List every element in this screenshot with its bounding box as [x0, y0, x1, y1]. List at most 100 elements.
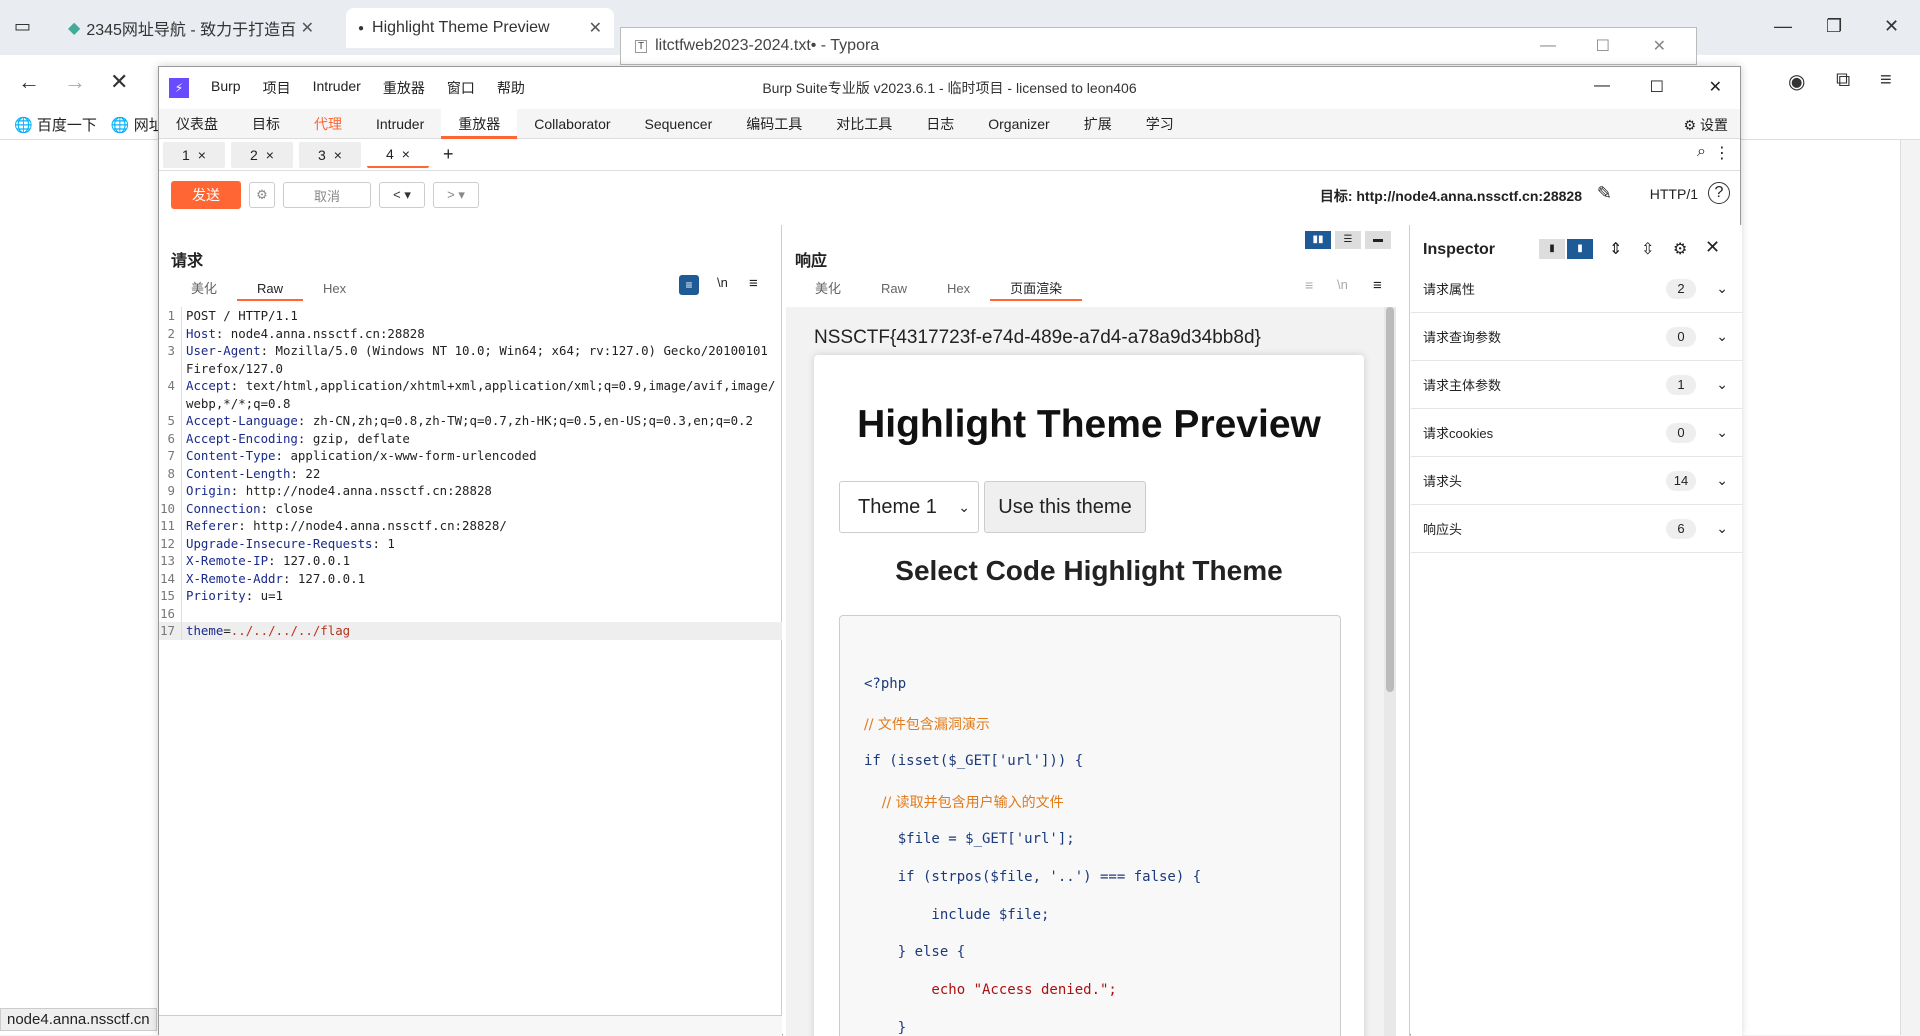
gear-icon[interactable]: ⚙: [1673, 239, 1687, 259]
inspector-row[interactable]: 请求主体参数 1 ⌄: [1411, 361, 1742, 409]
browser-tab-highlight[interactable]: ● Highlight Theme Preview ✕: [346, 8, 614, 48]
close-icon[interactable]: ✕: [1709, 77, 1722, 97]
scroll-thumb[interactable]: [1386, 307, 1394, 692]
close-icon[interactable]: ✕: [1705, 237, 1720, 258]
stop-loading-icon[interactable]: ✕: [110, 69, 128, 95]
wrap-icon[interactable]: ≡: [1305, 277, 1313, 293]
header-value: u=1: [253, 588, 283, 603]
repeater-tab-2[interactable]: 2 ×: [231, 141, 293, 168]
minimize-icon[interactable]: —: [1774, 16, 1792, 37]
forward-icon[interactable]: →: [64, 69, 86, 95]
tool-repeater[interactable]: 重放器: [441, 108, 518, 139]
tool-organizer[interactable]: Organizer: [971, 109, 1066, 139]
minimize-icon[interactable]: —: [1540, 37, 1556, 55]
minimize-icon[interactable]: —: [1594, 77, 1610, 95]
tool-learn[interactable]: 学习: [1129, 109, 1191, 139]
tab-hex[interactable]: Hex: [927, 277, 990, 301]
typora-window[interactable]: T litctfweb2023-2024.txt• - Typora — ☐ ✕: [620, 27, 1697, 65]
tool-target[interactable]: 目标: [235, 109, 297, 139]
inspector-layout-icon[interactable]: ▮: [1539, 239, 1565, 259]
tab-render[interactable]: 页面渲染: [990, 277, 1083, 301]
close-tab-icon[interactable]: ✕: [301, 18, 314, 38]
tool-dashboard[interactable]: 仪表盘: [159, 109, 235, 139]
close-icon[interactable]: ×: [266, 147, 274, 163]
tab-manager-icon[interactable]: ▭: [14, 16, 31, 37]
colon: :: [275, 448, 283, 463]
account-icon[interactable]: ◉: [1788, 69, 1805, 94]
tool-collaborator[interactable]: Collaborator: [517, 109, 627, 139]
menu-burp[interactable]: Burp: [211, 78, 241, 98]
extensions-icon[interactable]: ⧉: [1836, 69, 1850, 92]
menu-help[interactable]: 帮助: [497, 78, 525, 98]
close-icon[interactable]: ✕: [1653, 36, 1666, 56]
search-icon[interactable]: ⌕: [1697, 143, 1706, 161]
http-version[interactable]: HTTP/1: [1650, 186, 1698, 202]
repeater-tab-3[interactable]: 3 ×: [299, 141, 361, 168]
render-scrollbar[interactable]: [1384, 307, 1396, 1036]
collapse-all-icon[interactable]: ⇳: [1641, 239, 1654, 259]
tool-comparer[interactable]: 对比工具: [819, 109, 909, 139]
newline-icon[interactable]: \n: [1337, 277, 1348, 292]
tool-proxy[interactable]: 代理: [297, 109, 359, 139]
menu-icon[interactable]: ≡: [749, 275, 758, 292]
close-icon[interactable]: ×: [334, 147, 342, 163]
use-theme-button[interactable]: Use this theme: [984, 481, 1146, 533]
close-icon[interactable]: ×: [402, 146, 410, 162]
back-icon[interactable]: ←: [18, 69, 40, 95]
layout-stack-icon[interactable]: ☰: [1335, 231, 1361, 249]
menu-repeater[interactable]: 重放器: [383, 78, 425, 98]
tool-extensions[interactable]: 扩展: [1067, 109, 1129, 139]
inspector-row[interactable]: 请求查询参数 0 ⌄: [1411, 313, 1742, 361]
tool-logger[interactable]: 日志: [909, 109, 971, 139]
add-tab-icon[interactable]: +: [443, 144, 454, 165]
menu-icon[interactable]: ≡: [1880, 69, 1892, 92]
browser-scrollbar[interactable]: [1900, 140, 1920, 1035]
maximize-icon[interactable]: ☐: [1596, 36, 1610, 56]
tab-hex[interactable]: Hex: [303, 277, 366, 301]
settings-button[interactable]: ⚙ 设置: [1684, 115, 1728, 135]
close-window-icon[interactable]: ✕: [1884, 16, 1899, 37]
inspector-row[interactable]: 请求属性 2 ⌄: [1411, 265, 1742, 313]
tab-pretty[interactable]: 美化: [795, 277, 861, 301]
layout-split-icon[interactable]: ▮▮: [1305, 231, 1331, 249]
theme-select[interactable]: Theme 1 ⌄: [839, 481, 979, 533]
tab-pretty[interactable]: 美化: [171, 277, 237, 301]
inspector-row[interactable]: 请求头 14 ⌄: [1411, 457, 1742, 505]
browser-tab-2345[interactable]: ◆ 2345网址导航 - 致力于打造百年 ✕: [56, 8, 326, 48]
tab-raw[interactable]: Raw: [237, 277, 304, 301]
bookmark-sites[interactable]: 🌐 网址: [111, 114, 164, 135]
inspector-layout-alt-icon[interactable]: ▮: [1567, 239, 1593, 259]
tool-sequencer[interactable]: Sequencer: [628, 109, 730, 139]
tool-intruder[interactable]: Intruder: [359, 109, 441, 139]
expand-all-icon[interactable]: ⇕: [1609, 239, 1622, 259]
tool-decoder[interactable]: 编码工具: [729, 109, 819, 139]
wrap-icon[interactable]: ≡: [679, 275, 699, 295]
history-forward-icon[interactable]: > ▾: [433, 182, 479, 208]
inspector-row[interactable]: 响应头 6 ⌄: [1411, 505, 1742, 553]
bookmark-baidu[interactable]: 🌐 百度一下: [14, 114, 97, 135]
maximize-icon[interactable]: ☐: [1650, 77, 1664, 97]
edit-target-icon[interactable]: ✎: [1597, 183, 1612, 204]
menu-window[interactable]: 窗口: [447, 78, 475, 98]
inspector-row[interactable]: 请求cookies 0 ⌄: [1411, 409, 1742, 457]
repeater-tab-1[interactable]: 1 ×: [163, 141, 225, 168]
tab-raw[interactable]: Raw: [861, 277, 927, 301]
restore-icon[interactable]: ❐: [1826, 16, 1842, 37]
send-button[interactable]: 发送: [171, 181, 241, 209]
request-search-bar[interactable]: [159, 1015, 782, 1036]
cancel-button[interactable]: 取消: [283, 182, 371, 208]
colon: :: [268, 553, 276, 568]
menu-project[interactable]: 项目: [263, 78, 291, 98]
menu-icon[interactable]: ≡: [1373, 277, 1382, 294]
close-icon[interactable]: ×: [198, 147, 206, 163]
request-editor[interactable]: 1 POST / HTTP/1.1 2 Host: node4.anna.nssctf…: [159, 307, 782, 640]
layout-single-icon[interactable]: ▬: [1365, 231, 1391, 249]
repeater-tab-4[interactable]: 4 ×: [367, 141, 429, 168]
help-icon[interactable]: ?: [1708, 182, 1730, 204]
menu-intruder[interactable]: Intruder: [313, 78, 361, 98]
more-icon[interactable]: ⋮: [1714, 143, 1730, 163]
newline-icon[interactable]: \n: [717, 275, 728, 290]
send-settings-icon[interactable]: ⚙: [249, 182, 275, 208]
close-tab-icon[interactable]: ✕: [589, 18, 602, 38]
history-back-icon[interactable]: < ▾: [379, 182, 425, 208]
